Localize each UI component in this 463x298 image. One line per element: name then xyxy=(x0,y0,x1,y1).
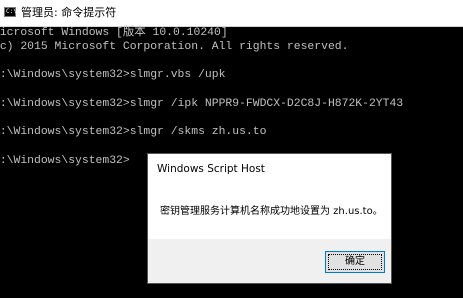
window-title: 管理员: 命令提示符 xyxy=(21,6,117,19)
console-line: C:\Windows\system32>slmgr /skms zh.us.to xyxy=(0,126,267,138)
console-line: (c) 2015 Microsoft Corporation. All righ… xyxy=(0,41,349,53)
console-line: C:\Windows\system32>slmgr /ipk NPPR9-FWD… xyxy=(0,98,404,110)
script-host-dialog[interactable]: Windows Script Host 密钥管理服务计算机名称成功地设置为 zh… xyxy=(147,153,392,284)
dialog-body: 密钥管理服务计算机名称成功地设置为 zh.us.to。 xyxy=(148,184,391,239)
console-line: Microsoft Windows [版本 10.0.10240] xyxy=(0,27,228,39)
cmd-icon: C:\ xyxy=(4,7,17,17)
console-line: C:\Windows\system32> xyxy=(0,155,130,167)
dialog-title-bar[interactable]: Windows Script Host xyxy=(148,154,391,184)
window-title-bar[interactable]: C:\ 管理员: 命令提示符 xyxy=(0,0,463,27)
ok-button[interactable]: 确定 xyxy=(325,251,385,273)
dialog-title: Windows Script Host xyxy=(157,163,265,175)
dialog-message: 密钥管理服务计算机名称成功地设置为 zh.us.to。 xyxy=(160,206,383,217)
console-line: C:\Windows\system32>slmgr.vbs /upk xyxy=(0,69,226,81)
dialog-footer: 确定 xyxy=(148,239,391,283)
